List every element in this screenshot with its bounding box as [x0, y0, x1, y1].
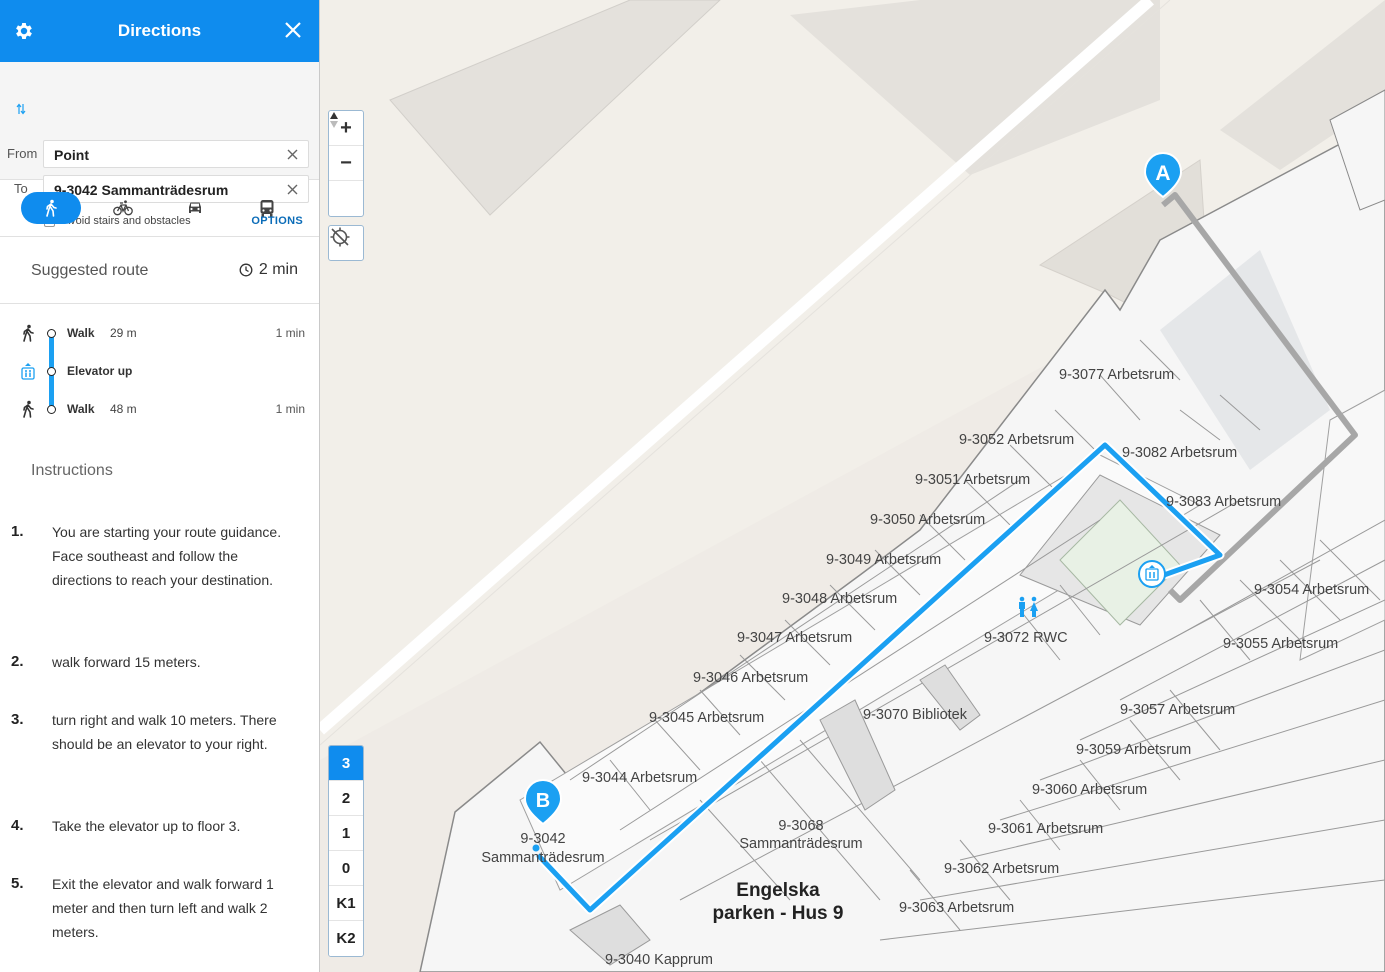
room-label: 9-3049 Arbetsrum — [826, 552, 941, 568]
marker-b-label: B — [536, 790, 550, 812]
mode-car-button[interactable] — [165, 192, 225, 224]
room-label: Sammanträdesrum — [481, 850, 604, 866]
floor-button-3[interactable]: 3 — [329, 746, 363, 781]
floor-button-k1[interactable]: K1 — [329, 886, 363, 921]
instruction-number: 1. — [11, 523, 24, 540]
travel-modes — [0, 180, 319, 237]
from-label: From — [7, 146, 38, 161]
room-label: 9-3070 Bibliotek — [863, 707, 968, 723]
step-2-label: Elevator up — [67, 364, 133, 378]
car-icon — [189, 202, 201, 213]
instruction-text: walk forward 15 meters. — [52, 654, 201, 670]
step-1-label: Walk — [67, 326, 95, 340]
locate-icon — [330, 227, 350, 247]
close-icon[interactable] — [283, 20, 303, 40]
room-label: 9-3063 Arbetsrum — [899, 900, 1014, 916]
indoor-map[interactable]: A B 9-3077 Arbetsrum 9-3052 Arbetsrum 9-… — [320, 0, 1385, 972]
instruction-text: turn right and walk 10 meters. There sho… — [52, 712, 277, 752]
room-label: 9-3050 Arbetsrum — [870, 512, 985, 528]
suggested-route-label: Suggested route — [31, 262, 149, 279]
locate-button[interactable] — [328, 225, 364, 261]
mode-walk-button[interactable] — [21, 192, 81, 224]
marker-a-label: A — [1155, 162, 1170, 185]
compass-icon — [330, 112, 338, 128]
instruction-text: Exit the elevator and walk forward 1 met… — [52, 876, 274, 940]
room-label: 9-3077 Arbetsrum — [1059, 367, 1174, 383]
room-label: 9-3062 Arbetsrum — [944, 861, 1059, 877]
bus-icon — [260, 200, 274, 217]
route-duration: 2 min — [239, 261, 298, 279]
panel-header: Directions — [0, 0, 319, 62]
room-label: Sammanträdesrum — [739, 836, 862, 852]
floor-selector: 3 2 1 0 K1 K2 — [328, 745, 364, 957]
step-dot — [47, 367, 56, 376]
instruction-text: You are starting your route guidance. Fa… — [52, 524, 282, 588]
room-label: 9-3057 Arbetsrum — [1120, 702, 1235, 718]
suggested-route[interactable]: Suggested route 2 min — [0, 237, 319, 304]
room-label: 9-3055 Arbetsrum — [1223, 636, 1338, 652]
step-1-time: 1 min — [275, 326, 305, 340]
room-label: 9-3047 Arbetsrum — [737, 630, 852, 646]
room-label: 9-3042 — [520, 831, 565, 847]
instruction-number: 4. — [11, 817, 24, 834]
instruction-number: 5. — [11, 875, 24, 892]
zoom-controls: + − — [328, 110, 364, 217]
walking-icon — [23, 400, 34, 418]
instruction-number: 3. — [11, 711, 24, 728]
room-label: 9-3060 Arbetsrum — [1032, 782, 1147, 798]
bicycle-icon — [113, 200, 133, 216]
room-label: 9-3054 Arbetsrum — [1254, 582, 1369, 598]
clear-from-icon[interactable] — [287, 149, 298, 160]
swap-icon[interactable] — [16, 103, 26, 115]
instructions-title: Instructions — [31, 462, 113, 479]
room-label: 9-3040 Kapprum — [605, 952, 713, 968]
room-label: 9-3083 Arbetsrum — [1166, 494, 1281, 510]
room-label: 9-3061 Arbetsrum — [988, 821, 1103, 837]
floor-button-2[interactable]: 2 — [329, 781, 363, 816]
walking-icon — [23, 324, 34, 342]
step-3-label: Walk — [67, 402, 95, 416]
step-3-distance: 48 m — [110, 402, 137, 416]
room-label: 9-3059 Arbetsrum — [1076, 742, 1191, 758]
building-label-line-2: parken - Hus 9 — [713, 903, 844, 924]
compass-button[interactable] — [329, 112, 363, 216]
route-steps: Walk 29 m 1 min Elevator up Walk 48 m 1 … — [0, 304, 319, 429]
map-canvas[interactable]: A B 9-3077 Arbetsrum 9-3052 Arbetsrum 9-… — [320, 0, 1385, 972]
room-label: 9-3072 RWC — [984, 630, 1068, 646]
room-label: 9-3048 Arbetsrum — [782, 591, 897, 607]
zoom-out-button[interactable]: − — [329, 146, 363, 181]
step-dot — [47, 405, 56, 414]
route-form: From Point To 9-3042 Sammanträdesrum Avo… — [0, 62, 319, 227]
step-dot — [47, 329, 56, 338]
room-label: 9-3051 Arbetsrum — [915, 472, 1030, 488]
step-1-distance: 29 m — [110, 326, 137, 340]
floor-button-0[interactable]: 0 — [329, 851, 363, 886]
room-label: 9-3046 Arbetsrum — [693, 670, 808, 686]
mode-transit-button[interactable] — [237, 192, 297, 224]
elevator-icon — [21, 363, 35, 380]
floor-button-1[interactable]: 1 — [329, 816, 363, 851]
route-duration-value: 2 min — [258, 261, 298, 278]
floor-button-k2[interactable]: K2 — [329, 921, 363, 956]
directions-panel: Directions From Point To 9-3042 Sammantr… — [0, 0, 320, 972]
panel-title: Directions — [117, 21, 202, 40]
instruction-number: 2. — [11, 653, 24, 670]
room-label: 9-3045 Arbetsrum — [649, 710, 764, 726]
instruction-text: Take the elevator up to floor 3. — [52, 818, 241, 834]
step-3-time: 1 min — [275, 402, 305, 416]
building-label-line-1: Engelska — [736, 880, 820, 901]
room-label: 9-3044 Arbetsrum — [582, 770, 697, 786]
walking-icon — [46, 199, 57, 217]
room-label: 9-3068 — [778, 818, 823, 834]
from-value: Point — [54, 147, 89, 163]
room-label: 9-3052 Arbetsrum — [959, 432, 1074, 448]
mode-bike-button[interactable] — [93, 192, 153, 224]
from-input[interactable]: Point — [43, 140, 309, 168]
clock-icon — [239, 263, 253, 277]
room-label: 9-3082 Arbetsrum — [1122, 445, 1237, 461]
elevator-marker[interactable] — [1138, 560, 1166, 588]
